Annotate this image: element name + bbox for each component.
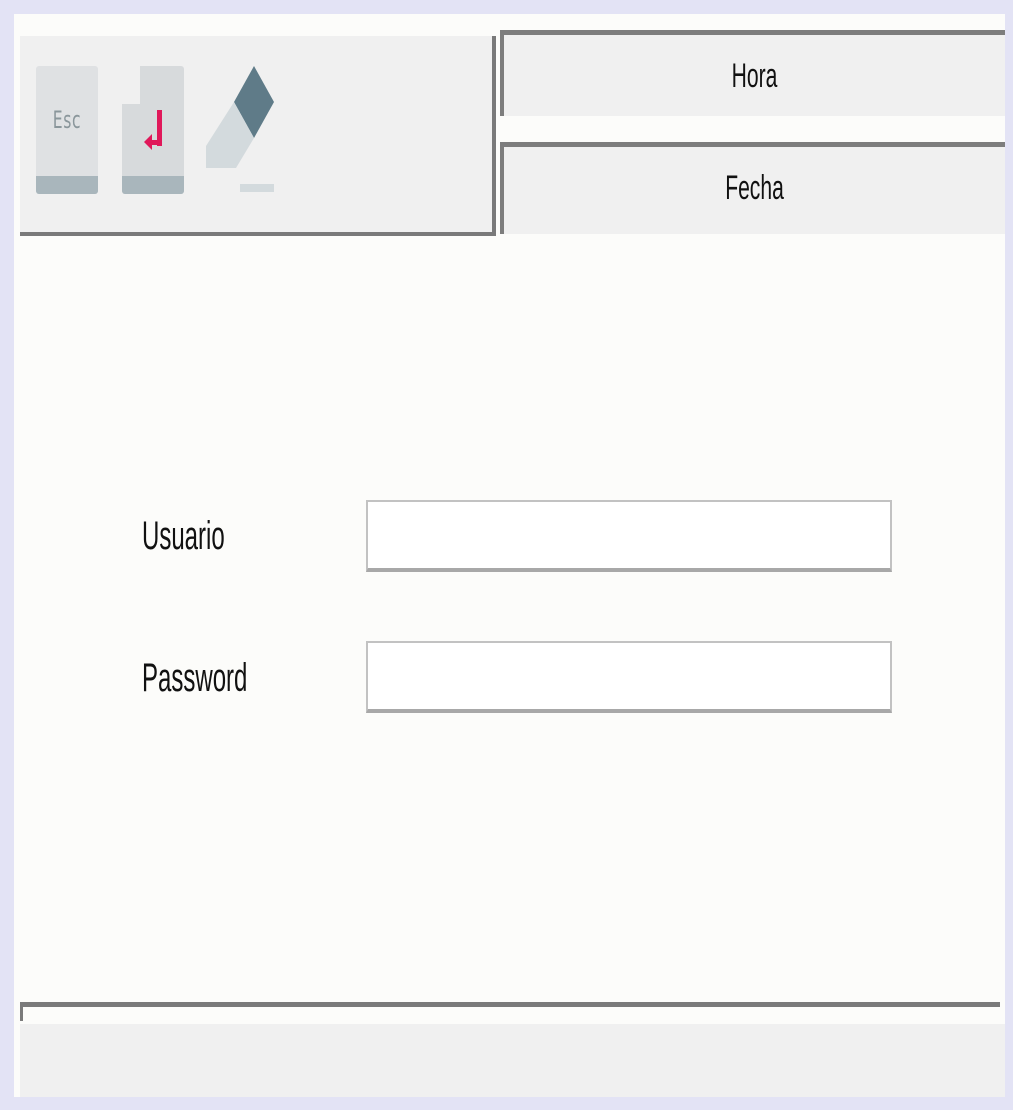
hora-panel: Hora bbox=[500, 30, 1005, 116]
fecha-panel: Fecha bbox=[500, 142, 1005, 234]
usuario-label: Usuario bbox=[142, 514, 225, 558]
status-bar bbox=[20, 1024, 1005, 1097]
password-label: Password bbox=[142, 656, 248, 700]
status-divider bbox=[20, 1002, 1000, 1007]
escape-button[interactable]: Esc bbox=[36, 66, 98, 194]
eraser-icon bbox=[206, 66, 274, 192]
hora-label: Hora bbox=[731, 57, 778, 95]
escape-key-icon: Esc bbox=[36, 66, 98, 194]
login-window: Esc Hora Fecha Usuario Password bbox=[14, 14, 1005, 1097]
escape-key-label: Esc bbox=[52, 106, 82, 134]
clear-button[interactable] bbox=[206, 66, 278, 201]
fecha-label: Fecha bbox=[725, 169, 784, 207]
password-input[interactable] bbox=[366, 641, 892, 713]
enter-arrow-icon bbox=[144, 110, 162, 150]
enter-button[interactable] bbox=[122, 66, 184, 194]
enter-key-icon bbox=[122, 66, 184, 194]
usuario-input[interactable] bbox=[366, 500, 892, 572]
toolbar: Esc bbox=[20, 36, 496, 236]
